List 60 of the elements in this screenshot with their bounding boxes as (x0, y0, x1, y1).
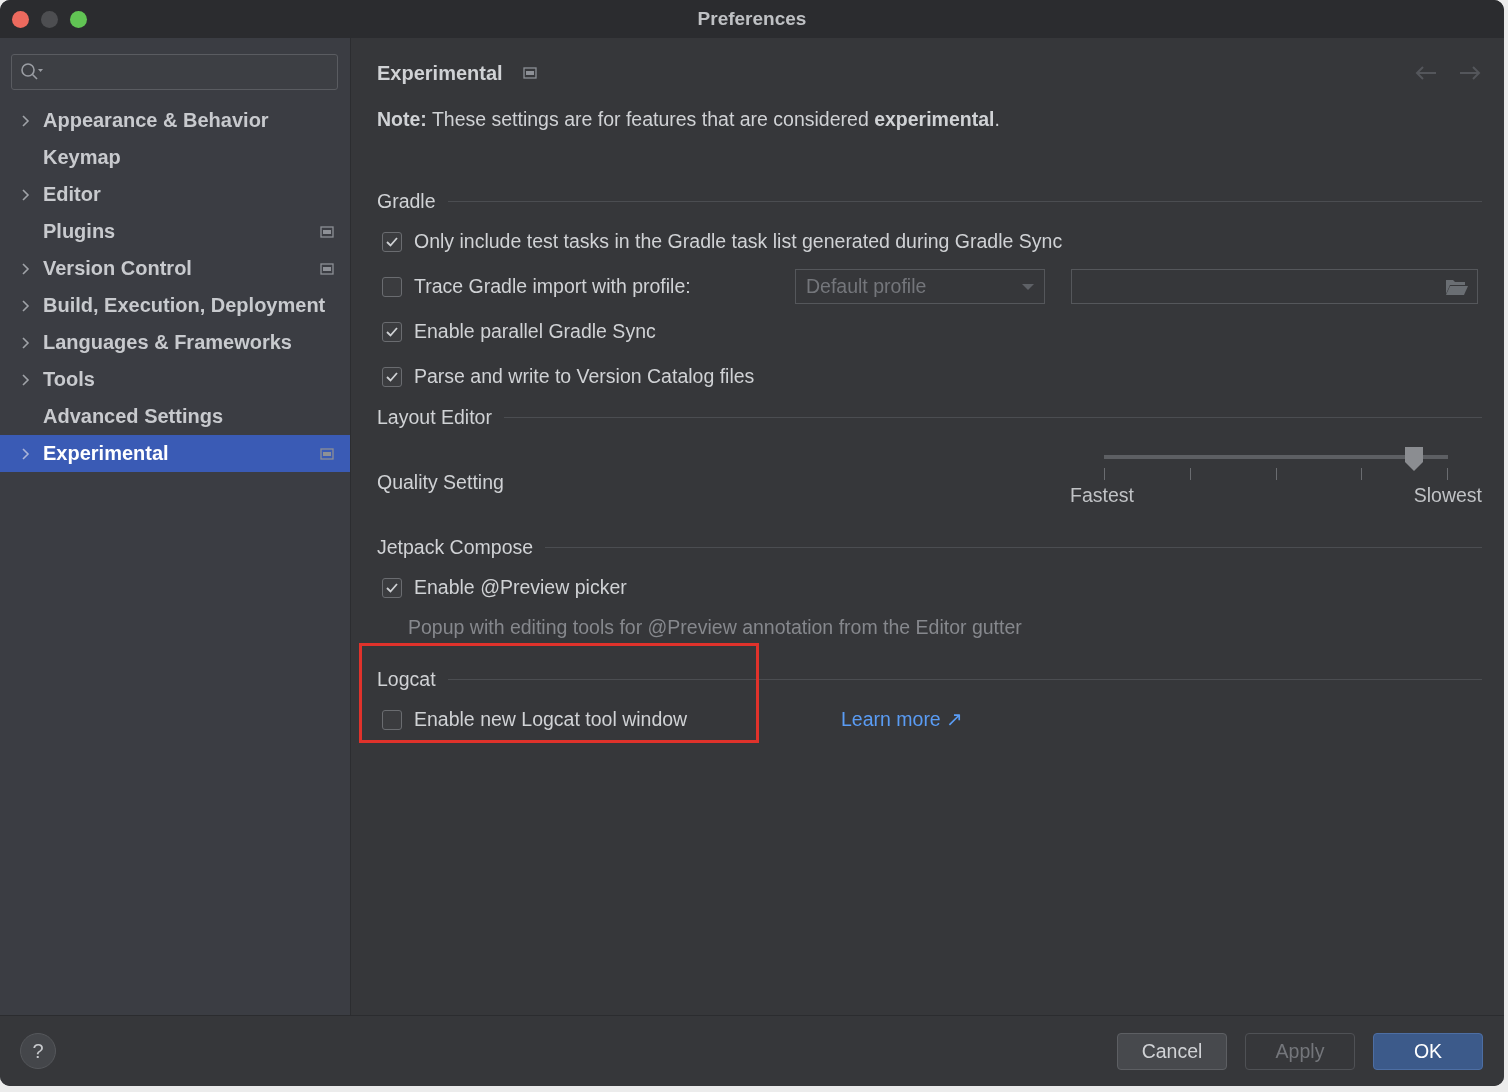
sidebar-item[interactable]: Version Control (0, 250, 350, 287)
checkbox-label[interactable]: Enable parallel Gradle Sync (414, 320, 656, 343)
hint-text: Popup with editing tools for @Preview annotation from the Editor gutter (408, 616, 1023, 639)
learn-more-link[interactable]: Learn more ↗ (841, 708, 964, 731)
checkbox-label[interactable]: Only include test tasks in the Gradle task list generated during Gradle Sync (414, 230, 1063, 253)
sidebar-item[interactable]: Keymap (0, 139, 350, 176)
note-text: Note: These settings are for features that are considered experimental. (377, 108, 1001, 131)
dialog-button[interactable]: OK (1373, 1032, 1483, 1070)
chevron-right-icon (20, 186, 32, 203)
slider-min-label: Fastest (1070, 484, 1134, 507)
slider-thumb[interactable] (1402, 446, 1425, 472)
sidebar-item[interactable]: Experimental (0, 435, 350, 472)
section-title: Logcat (377, 667, 436, 691)
checkbox[interactable] (382, 321, 402, 342)
checkbox-label[interactable]: Enable new Logcat tool window (414, 708, 688, 731)
dialog-button[interactable]: Cancel (1117, 1032, 1227, 1070)
file-path-field[interactable] (1071, 269, 1478, 304)
close-window-button[interactable] (12, 10, 29, 28)
checkmark-icon (385, 581, 399, 594)
sidebar-item[interactable]: Tools (0, 361, 350, 398)
sidebar-item[interactable]: Build, Execution, Deployment (0, 287, 350, 324)
window-icon (320, 225, 334, 238)
sidebar-item[interactable]: Editor (0, 176, 350, 213)
page-title: Experimental (377, 61, 503, 85)
section-title: Jetpack Compose (377, 535, 534, 559)
chevron-right-icon (20, 112, 32, 129)
zoom-window-button[interactable] (70, 10, 87, 28)
sidebar-item[interactable]: Appearance & Behavior (0, 102, 350, 139)
quality-slider[interactable] (1104, 446, 1448, 472)
chevron-right-icon (20, 260, 32, 277)
chevron-right-icon (20, 445, 32, 462)
checkbox[interactable] (382, 577, 402, 598)
sidebar-item[interactable]: Plugins (0, 213, 350, 250)
help-button[interactable]: ? (20, 1033, 56, 1069)
sidebar-item[interactable]: Advanced Settings (0, 398, 350, 435)
section-title: Gradle (377, 189, 436, 213)
checkbox[interactable] (382, 366, 402, 387)
caret-down-icon (1022, 282, 1034, 291)
chevron-right-icon (20, 371, 32, 388)
search-icon (20, 62, 44, 82)
checkmark-icon (385, 235, 399, 248)
checkbox[interactable] (382, 231, 402, 252)
checkbox[interactable] (382, 276, 402, 297)
window-icon (320, 262, 334, 275)
checkmark-icon (385, 370, 399, 383)
search-field[interactable] (11, 54, 338, 90)
checkbox-label[interactable]: Enable @Preview picker (414, 576, 627, 599)
folder-icon[interactable] (1445, 277, 1469, 296)
checkbox-label[interactable]: Trace Gradle import with profile: (414, 275, 691, 298)
chevron-right-icon (20, 334, 32, 351)
slider-max-label: Slowest (1413, 484, 1482, 507)
sidebar-item[interactable]: Languages & Frameworks (0, 324, 350, 361)
slider-label: Quality Setting (377, 470, 505, 494)
chevron-right-icon (20, 297, 32, 314)
checkmark-icon (385, 325, 399, 338)
section-title: Layout Editor (377, 405, 492, 429)
window-icon (320, 447, 334, 460)
window-title: Preferences (697, 8, 807, 30)
checkbox[interactable] (382, 709, 402, 730)
checkbox-label[interactable]: Parse and write to Version Catalog files (414, 365, 755, 388)
